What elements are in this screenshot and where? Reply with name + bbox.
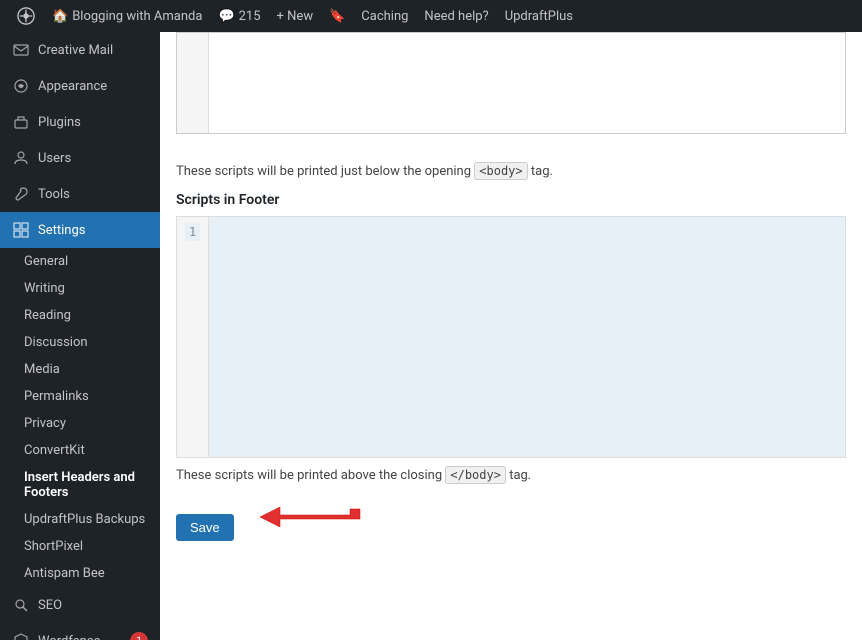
updraft-label: UpdraftPlus bbox=[505, 9, 573, 24]
body-tag-code: <body> bbox=[474, 162, 527, 180]
submenu-discussion[interactable]: Discussion bbox=[0, 329, 160, 356]
wp-logo-item[interactable] bbox=[8, 0, 44, 32]
sidebar-item-appearance[interactable]: Appearance bbox=[0, 68, 160, 104]
settings-label: Settings bbox=[38, 223, 85, 238]
submenu-convertkit[interactable]: ConvertKit bbox=[0, 437, 160, 464]
wp-logo-icon bbox=[16, 6, 36, 26]
footer-line-numbers: 1 bbox=[177, 217, 209, 457]
footer-section-label: Scripts in Footer bbox=[176, 192, 846, 208]
sidebar-item-creative-mail[interactable]: Creative Mail bbox=[0, 32, 160, 68]
sidebar-item-plugins[interactable]: Plugins bbox=[0, 104, 160, 140]
arrow-annotation bbox=[250, 497, 370, 549]
top-code-area[interactable] bbox=[209, 33, 845, 133]
comments-item[interactable]: 💬 215 bbox=[210, 0, 268, 32]
wordfence-icon bbox=[12, 632, 30, 640]
sidebar-item-users[interactable]: Users bbox=[0, 140, 160, 176]
top-editor-wrap bbox=[176, 32, 846, 134]
closing-body-code: </body> bbox=[445, 466, 506, 484]
settings-icon bbox=[12, 221, 30, 239]
comments-icon: 💬 bbox=[218, 9, 234, 24]
caching-item[interactable]: Caching bbox=[353, 0, 416, 32]
sidebar-item-wordfence[interactable]: Wordfence 1 bbox=[0, 623, 160, 640]
submenu-privacy[interactable]: Privacy bbox=[0, 410, 160, 437]
users-icon bbox=[12, 149, 30, 167]
line-number-1: 1 bbox=[185, 223, 200, 241]
house-icon: 🏠 bbox=[52, 9, 68, 24]
help-item[interactable]: Need help? bbox=[416, 0, 496, 32]
wordfence-badge: 1 bbox=[130, 632, 148, 640]
plugins-label: Plugins bbox=[38, 115, 81, 130]
submenu-reading[interactable]: Reading bbox=[0, 302, 160, 329]
appearance-label: Appearance bbox=[38, 79, 107, 94]
closing-body-description: These scripts will be printed above the … bbox=[176, 466, 846, 486]
content-inner: These scripts will be printed just below… bbox=[160, 32, 862, 640]
site-name: Blogging with Amanda bbox=[72, 9, 202, 24]
top-section bbox=[160, 32, 862, 150]
footer-code-area[interactable] bbox=[209, 217, 845, 457]
sidebar-item-tools[interactable]: Tools bbox=[0, 176, 160, 212]
closing-body-text: These scripts will be printed above the … bbox=[176, 468, 442, 483]
submenu-shortpixel[interactable]: ShortPixel bbox=[0, 533, 160, 560]
settings-submenu: General Writing Reading Discussion Media… bbox=[0, 248, 160, 587]
sidebar: Creative Mail Appearance Plugins Users bbox=[0, 32, 160, 640]
comment-count: 215 bbox=[239, 9, 261, 24]
main-content: These scripts will be printed just below… bbox=[160, 32, 862, 640]
site-name-item[interactable]: 🏠 Blogging with Amanda bbox=[44, 0, 210, 32]
yoast-icon: 🔖 bbox=[329, 9, 345, 24]
top-line-numbers bbox=[177, 33, 209, 133]
sidebar-item-seo[interactable]: SEO bbox=[0, 587, 160, 623]
submenu-insert-headers[interactable]: Insert Headers and Footers bbox=[0, 464, 160, 506]
creative-mail-label: Creative Mail bbox=[38, 43, 113, 58]
submenu-permalinks[interactable]: Permalinks bbox=[0, 383, 160, 410]
new-item[interactable]: + New bbox=[269, 0, 322, 32]
submenu-writing[interactable]: Writing bbox=[0, 275, 160, 302]
body-tag-description: These scripts will be printed just below… bbox=[176, 162, 846, 182]
submenu-media[interactable]: Media bbox=[0, 356, 160, 383]
save-button[interactable]: Save bbox=[176, 514, 234, 541]
red-arrow-icon bbox=[250, 497, 370, 545]
footer-editor-wrap: 1 bbox=[176, 216, 846, 458]
body-tag-suffix: tag. bbox=[531, 164, 553, 179]
tools-icon bbox=[12, 185, 30, 203]
users-label: Users bbox=[38, 151, 71, 166]
mail-icon bbox=[12, 41, 30, 59]
admin-bar: 🏠 Blogging with Amanda 💬 215 + New 🔖 Cac… bbox=[0, 0, 862, 32]
new-label: + New bbox=[277, 9, 314, 24]
submenu-general[interactable]: General bbox=[0, 248, 160, 275]
wordfence-label: Wordfence bbox=[38, 634, 101, 640]
tools-label: Tools bbox=[38, 187, 70, 202]
sidebar-item-settings[interactable]: Settings bbox=[0, 212, 160, 248]
save-row: Save bbox=[176, 497, 846, 549]
seo-label: SEO bbox=[38, 598, 62, 613]
caching-label: Caching bbox=[361, 9, 408, 24]
appearance-icon bbox=[12, 77, 30, 95]
yoast-item[interactable]: 🔖 bbox=[321, 0, 353, 32]
scripts-section: These scripts will be printed just below… bbox=[160, 150, 862, 561]
seo-icon bbox=[12, 596, 30, 614]
submenu-updraft-backups[interactable]: UpdraftPlus Backups bbox=[0, 506, 160, 533]
submenu-antispam-bee[interactable]: Antispam Bee bbox=[0, 560, 160, 587]
help-label: Need help? bbox=[424, 9, 488, 24]
closing-body-suffix: tag. bbox=[509, 468, 531, 483]
body-desc-text: These scripts will be printed just below… bbox=[176, 164, 471, 179]
plugins-icon bbox=[12, 113, 30, 131]
updraft-item[interactable]: UpdraftPlus bbox=[497, 0, 581, 32]
